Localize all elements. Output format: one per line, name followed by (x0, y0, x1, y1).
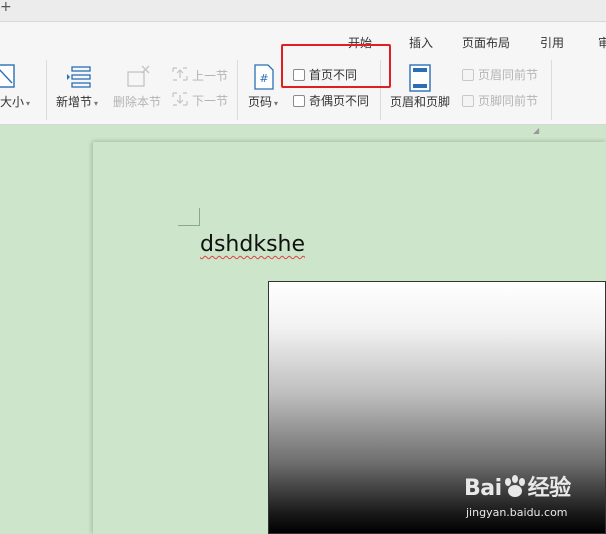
page-number-icon[interactable]: # (253, 64, 275, 90)
odd-even-different-checkbox[interactable]: 奇偶页不同 (293, 92, 369, 109)
watermark: Bai 经验 jingyan.baidu.com (458, 466, 606, 526)
new-section-icon[interactable] (66, 64, 92, 90)
tab-references[interactable]: 引用 (540, 34, 564, 51)
prev-section-button: 上一节 (192, 69, 229, 83)
watermark-logo: Bai 经验 (464, 475, 571, 501)
paw-icon (504, 475, 525, 497)
new-tab-icon[interactable]: + (0, 0, 12, 15)
title-bar: + (0, 0, 606, 22)
divider (46, 60, 47, 120)
svg-text:#: # (259, 72, 268, 85)
chevron-down-icon: ▾ (274, 99, 279, 108)
watermark-url: jingyan.baidu.com (466, 506, 568, 519)
checkbox-box (462, 68, 474, 81)
page-number-button[interactable]: 页码 ▾ (248, 93, 278, 110)
divider (551, 60, 552, 120)
delete-section-button: 删除本节 (113, 95, 162, 109)
header-footer-button[interactable]: 页眉和页脚 (390, 93, 450, 110)
divider (237, 60, 238, 120)
delete-section-icon (127, 65, 150, 87)
size-button[interactable]: 大小 ▾ (0, 93, 30, 110)
margin-corner-mark (178, 208, 200, 226)
tab-review[interactable]: 审 (598, 34, 606, 51)
header-footer-icon[interactable] (408, 64, 432, 92)
header-same-as-prev-checkbox: 页眉同前节 (462, 66, 538, 83)
tab-page-layout[interactable]: 页面布局 (462, 34, 510, 51)
annotation-highlight-box (281, 44, 391, 88)
page-size-icon[interactable] (0, 64, 16, 90)
tab-insert[interactable]: 插入 (409, 34, 433, 51)
document-text[interactable]: dshdkshe (200, 232, 305, 257)
checkbox-box[interactable] (293, 94, 305, 107)
new-section-button[interactable]: 新增节 ▾ (56, 93, 98, 110)
next-section-icon (172, 92, 188, 106)
next-section-button: 下一节 (192, 94, 229, 108)
footer-same-as-prev-checkbox: 页脚同前节 (462, 92, 538, 109)
chevron-down-icon: ▾ (26, 99, 31, 108)
group-expand-icon[interactable]: ◢ (533, 126, 539, 135)
chevron-down-icon: ▾ (94, 99, 99, 108)
checkbox-box (462, 94, 474, 107)
prev-section-icon (172, 67, 188, 81)
